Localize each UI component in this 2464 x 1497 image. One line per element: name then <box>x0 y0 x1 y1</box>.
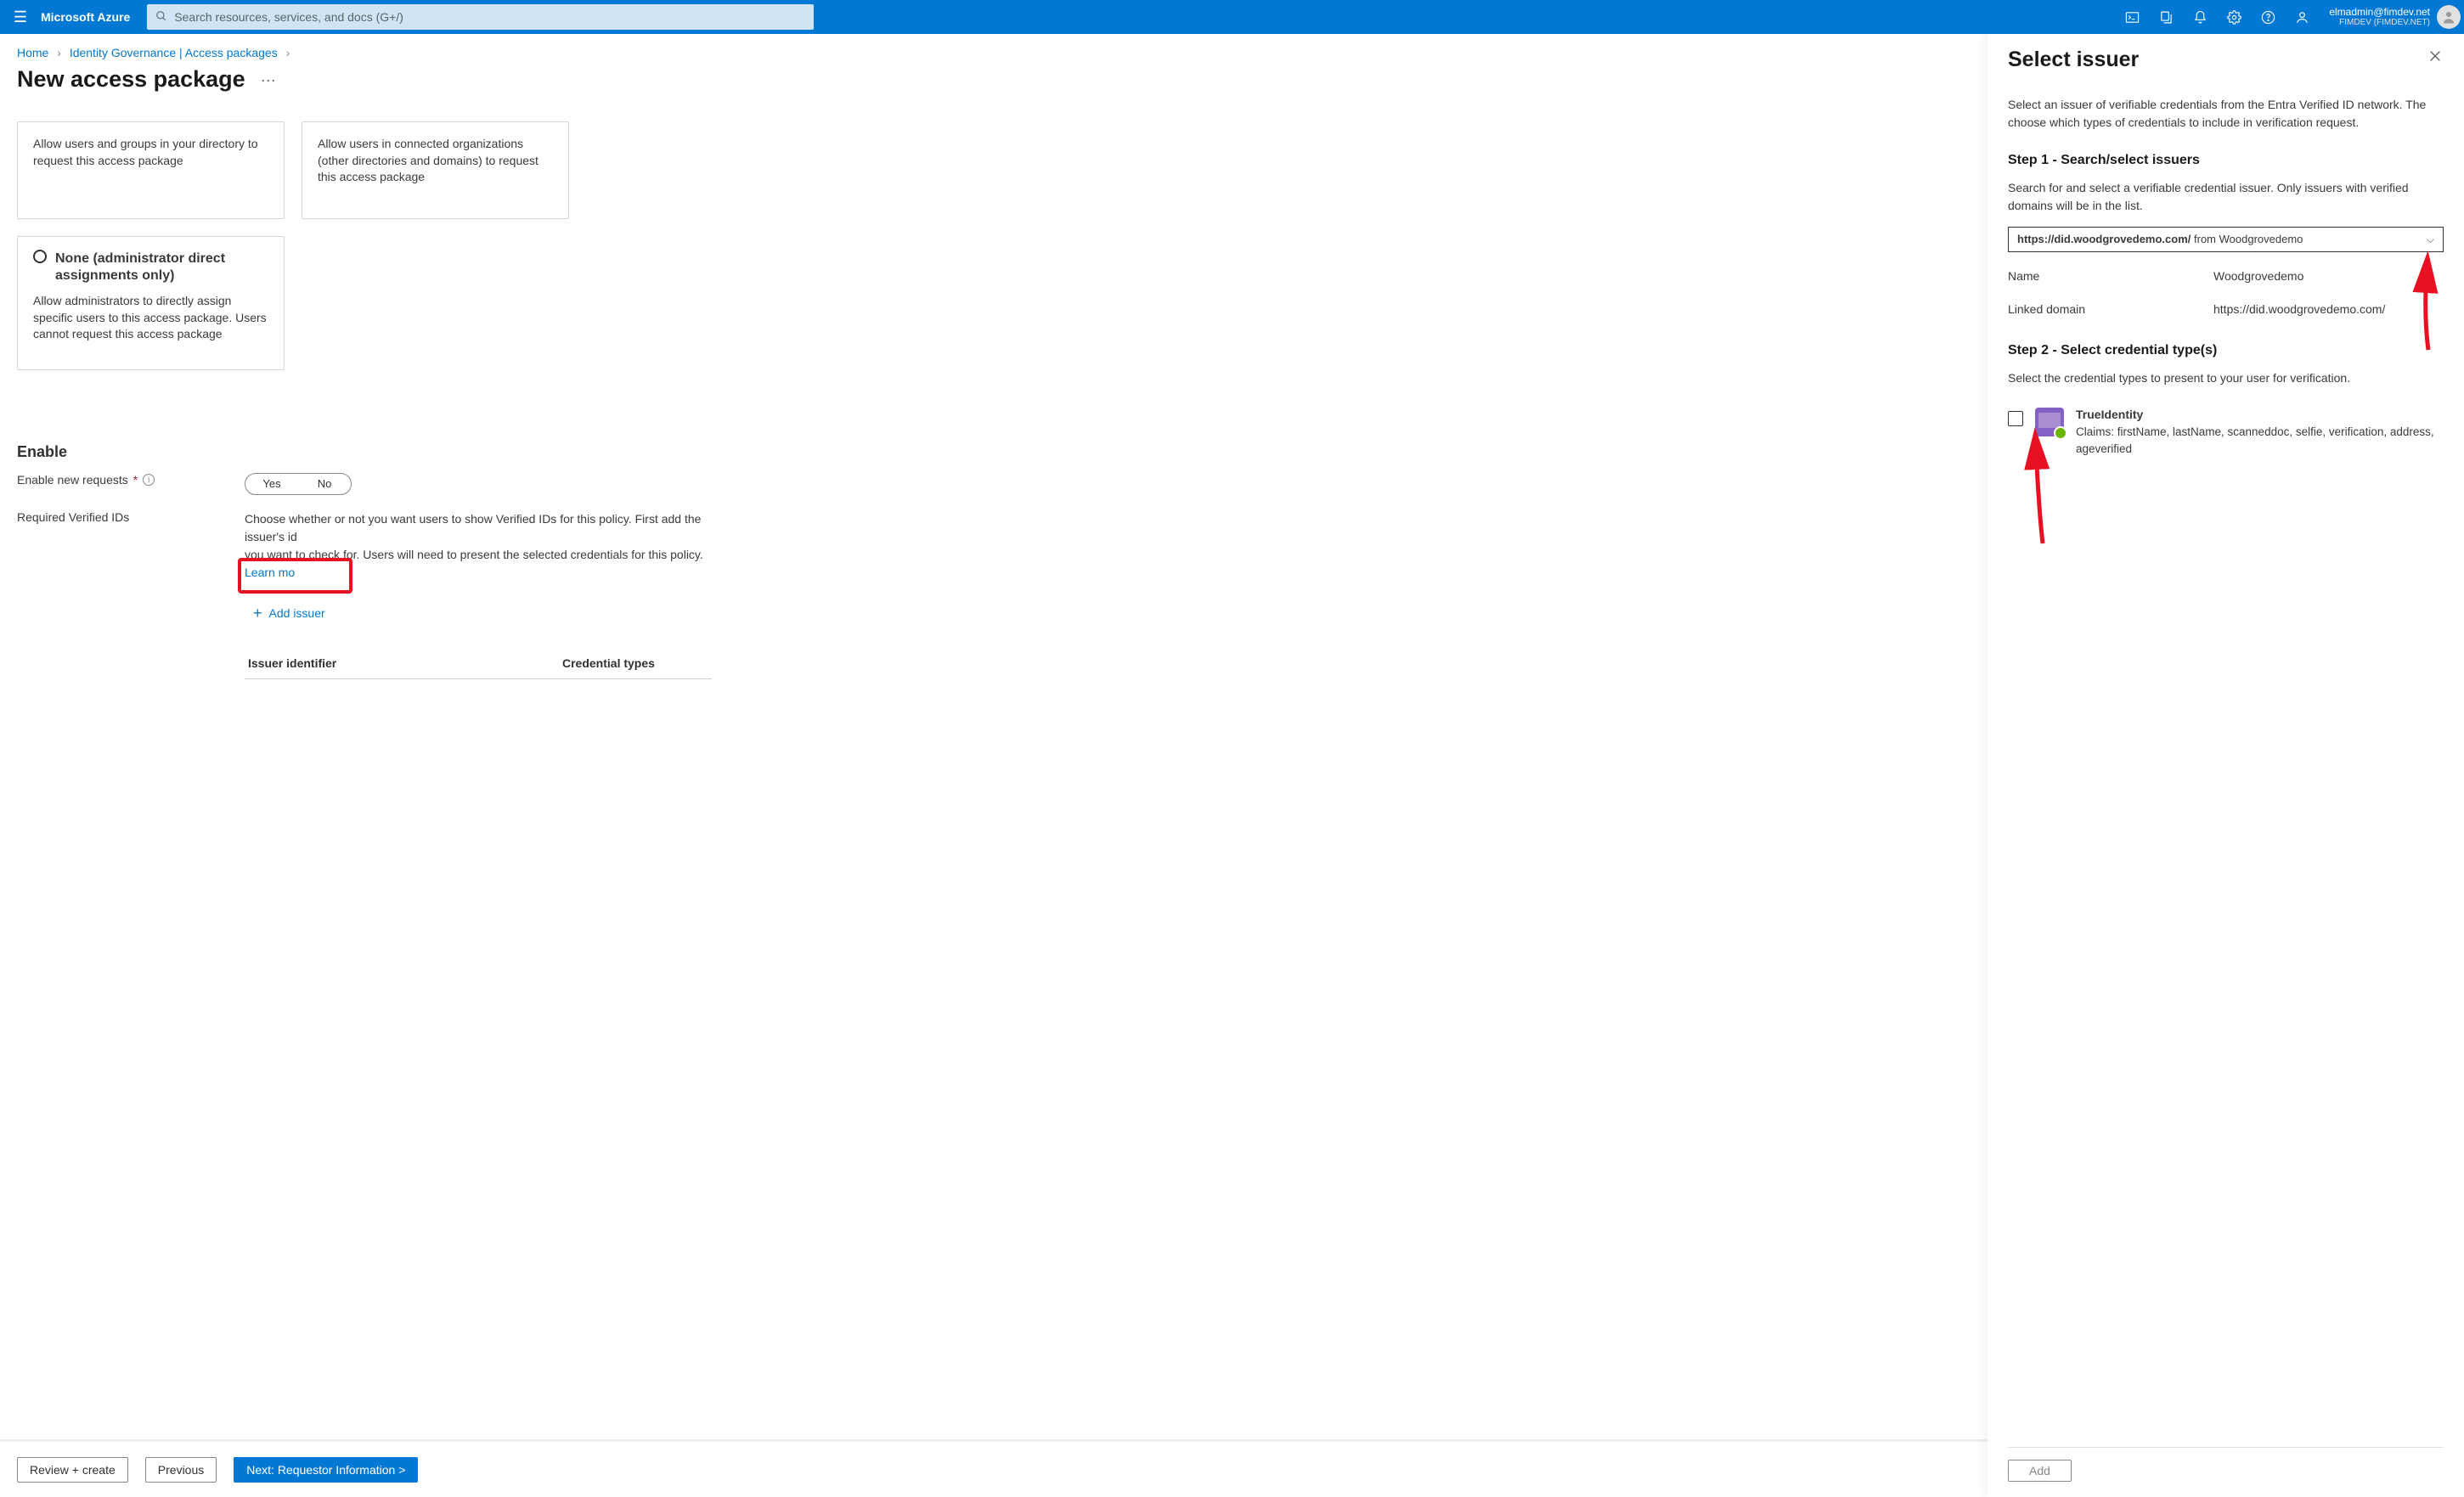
select-issuer-panel: Select issuer Select an issuer of verifi… <box>1988 34 2464 1497</box>
azure-top-bar: ☰ Microsoft Azure elmadmin@fimdev.net <box>0 0 2464 34</box>
issuer-table: Issuer identifier Credential types <box>245 648 712 679</box>
feedback-icon[interactable] <box>2285 0 2319 34</box>
user-tenant: FIMDEV (FIMDEV.NET) <box>2329 18 2430 28</box>
required-asterisk: * <box>133 473 138 487</box>
issuer-dropdown[interactable]: https://did.woodgrovedemo.com/ from Wood… <box>2008 227 2444 252</box>
name-value: Woodgrovedemo <box>2213 267 2303 285</box>
breadcrumb-identity-governance[interactable]: Identity Governance | Access packages <box>70 46 278 59</box>
panel-add-button[interactable]: Add <box>2008 1460 2072 1482</box>
plus-icon: + <box>253 605 262 621</box>
review-create-button[interactable]: Review + create <box>17 1457 128 1483</box>
col-issuer-identifier: Issuer identifier <box>248 656 562 670</box>
directories-icon[interactable] <box>2149 0 2183 34</box>
toggle-no[interactable]: No <box>298 474 351 494</box>
step1-heading: Step 1 - Search/select issuers <box>2008 150 2444 171</box>
issuer-table-header: Issuer identifier Credential types <box>245 648 712 679</box>
card-connected-orgs[interactable]: Allow users in connected organizations (… <box>302 121 569 219</box>
domain-label: Linked domain <box>2008 301 2213 318</box>
desc-line1: Choose whether or not you want users to … <box>245 512 701 543</box>
search-input[interactable] <box>174 10 805 24</box>
chevron-right-icon: › <box>57 46 61 59</box>
card-none-admin-only[interactable]: None (administrator direct assignments o… <box>17 236 285 370</box>
name-label: Name <box>2008 267 2213 285</box>
user-email: elmadmin@fimdev.net <box>2329 6 2430 18</box>
step1-description: Search for and select a verifiable crede… <box>2008 179 2444 215</box>
add-issuer-label: Add issuer <box>269 606 325 620</box>
credential-text: TrueIdentity Claims: firstName, lastName… <box>2076 406 2444 459</box>
panel-footer: Add <box>2008 1447 2444 1497</box>
avatar-icon <box>2437 5 2461 29</box>
next-button[interactable]: Next: Requestor Information > <box>234 1457 418 1483</box>
verified-ids-config: Choose whether or not you want users to … <box>245 510 712 679</box>
more-actions-icon[interactable]: ⋯ <box>261 72 276 90</box>
enable-new-requests-label: Enable new requests * i <box>17 473 245 487</box>
panel-title: Select issuer <box>2008 48 2139 72</box>
domain-value: https://did.woodgrovedemo.com/ <box>2213 301 2385 318</box>
step2-heading: Step 2 - Select credential type(s) <box>2008 340 2444 361</box>
card-body: Allow administrators to directly assign … <box>33 293 268 343</box>
desc-line2: you want to check for. Users will need t… <box>245 548 703 561</box>
top-icon-tray: elmadmin@fimdev.net FIMDEV (FIMDEV.NET) <box>2115 0 2464 34</box>
panel-description: Select an issuer of verifiable credentia… <box>2008 96 2444 132</box>
chevron-right-icon: › <box>286 46 290 59</box>
breadcrumb-home[interactable]: Home <box>17 46 48 59</box>
yes-no-toggle[interactable]: Yes No <box>245 473 352 495</box>
learn-more-link[interactable]: Learn mo <box>245 566 295 579</box>
notifications-bell-icon[interactable] <box>2183 0 2217 34</box>
dropdown-value: https://did.woodgrovedemo.com/ from Wood… <box>2017 231 2303 248</box>
verified-ids-description: Choose whether or not you want users to … <box>245 510 712 582</box>
label-text: Enable new requests <box>17 473 128 487</box>
page-title: New access package <box>17 66 245 93</box>
close-icon <box>2428 49 2442 63</box>
user-info-text: elmadmin@fimdev.net FIMDEV (FIMDEV.NET) <box>2329 6 2430 28</box>
credential-claims: Claims: firstName, lastName, scanneddoc,… <box>2076 424 2444 459</box>
card-body: Allow users in connected organizations (… <box>318 136 553 186</box>
global-search-field[interactable] <box>147 4 814 30</box>
add-issuer-button[interactable]: + Add issuer <box>245 602 334 624</box>
card-directory-users[interactable]: Allow users and groups in your directory… <box>17 121 285 219</box>
dropdown-url: https://did.woodgrovedemo.com/ <box>2017 233 2191 245</box>
close-panel-button[interactable] <box>2427 48 2444 69</box>
chevron-down-icon: ⌵ <box>2427 232 2434 247</box>
cloud-shell-icon[interactable] <box>2115 0 2149 34</box>
card-body: Allow users and groups in your directory… <box>33 136 268 169</box>
help-icon[interactable] <box>2251 0 2285 34</box>
credential-row-trueidentity: TrueIdentity Claims: firstName, lastName… <box>2008 406 2444 459</box>
search-icon <box>155 10 167 25</box>
issuer-domain-row: Linked domain https://did.woodgrovedemo.… <box>2008 301 2444 318</box>
issuer-name-row: Name Woodgrovedemo <box>2008 267 2444 285</box>
credential-title: TrueIdentity <box>2076 406 2444 424</box>
user-account-menu[interactable]: elmadmin@fimdev.net FIMDEV (FIMDEV.NET) <box>2319 0 2464 34</box>
panel-body: Select an issuer of verifiable credentia… <box>2008 72 2444 1437</box>
dropdown-suffix: from Woodgrovedemo <box>2191 233 2303 245</box>
panel-header: Select issuer <box>2008 48 2444 72</box>
previous-button[interactable]: Previous <box>145 1457 217 1483</box>
radio-icon <box>33 250 47 263</box>
step2-description: Select the credential types to present t… <box>2008 369 2444 387</box>
required-verified-ids-label: Required Verified IDs <box>17 510 245 524</box>
col-credential-types: Credential types <box>562 656 655 670</box>
settings-gear-icon[interactable] <box>2217 0 2251 34</box>
hamburger-menu-icon[interactable]: ☰ <box>0 8 41 26</box>
card-title: None (administrator direct assignments o… <box>33 250 268 284</box>
info-icon[interactable]: i <box>143 474 155 486</box>
toggle-yes[interactable]: Yes <box>245 474 298 494</box>
azure-brand[interactable]: Microsoft Azure <box>41 10 130 24</box>
credential-card-icon <box>2035 408 2064 436</box>
card-title-text: None (administrator direct assignments o… <box>55 250 268 284</box>
credential-checkbox[interactable] <box>2008 411 2023 426</box>
